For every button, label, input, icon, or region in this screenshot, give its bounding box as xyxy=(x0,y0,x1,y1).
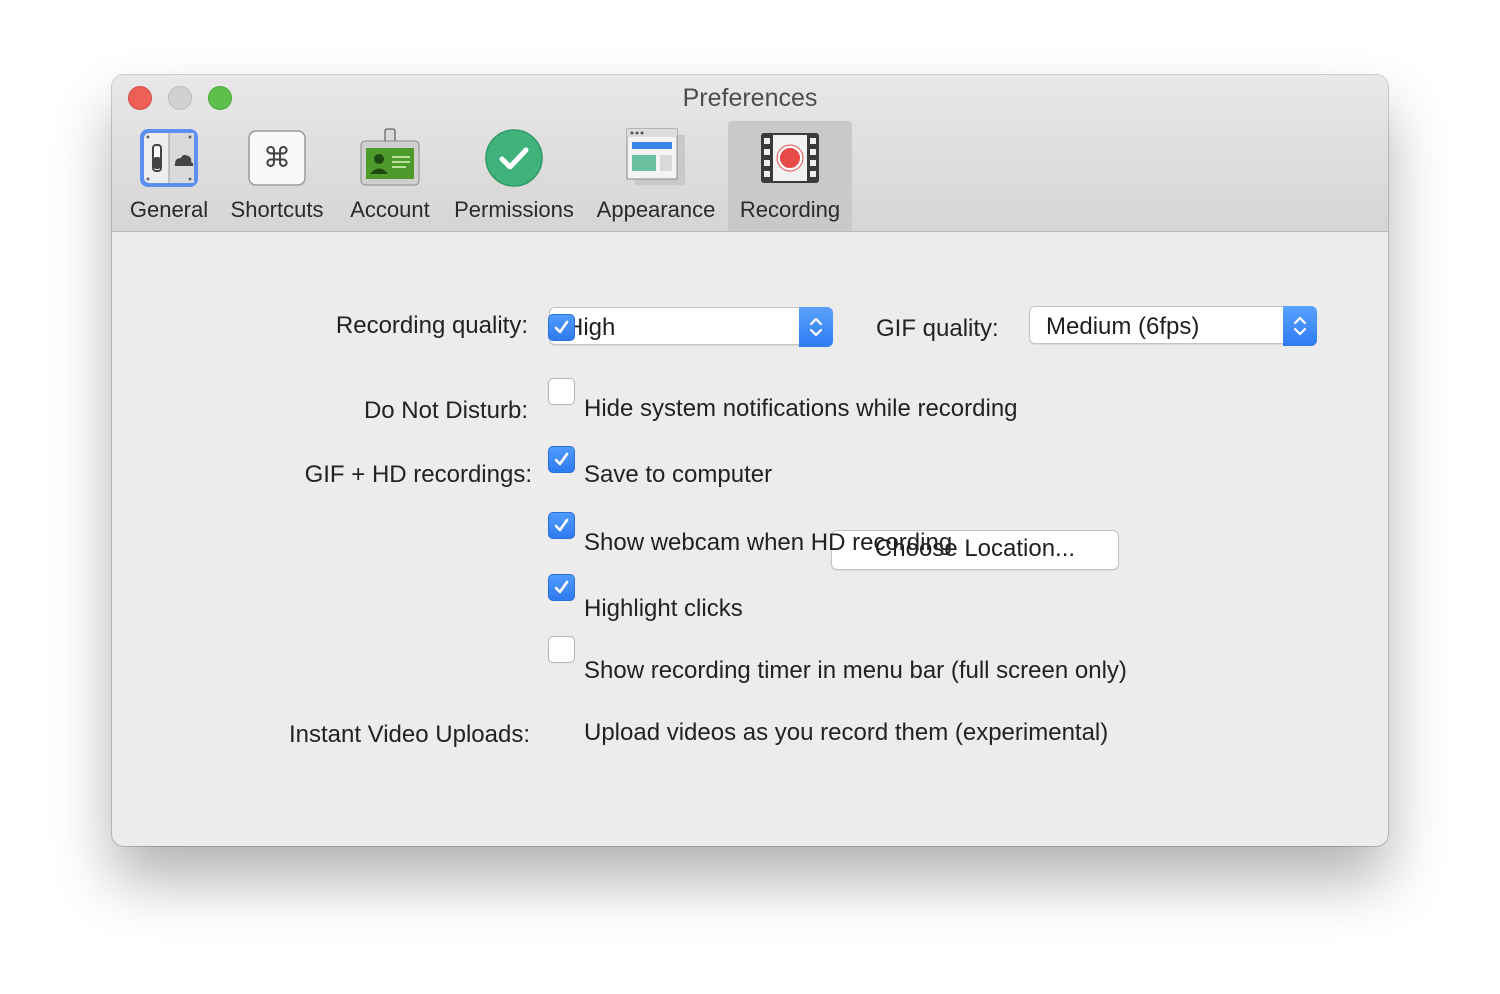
instant-uploads-label: Instant Video Uploads: xyxy=(288,721,530,748)
dnd-checkbox[interactable] xyxy=(548,314,575,341)
save-to-computer-label: Save to computer xyxy=(584,461,773,488)
tab-general[interactable]: General xyxy=(124,121,214,231)
svg-text:⌘: ⌘ xyxy=(263,141,291,174)
tab-account-label: Account xyxy=(350,197,430,222)
recording-quality-select[interactable]: High xyxy=(549,307,833,347)
gif-hd-label: GIF + HD recordings: xyxy=(304,461,532,488)
film-record-icon xyxy=(759,127,821,189)
recording-pane: Recording quality: High GIF quality: Med… xyxy=(112,232,1388,846)
tab-recording-label: Recording xyxy=(739,197,841,222)
command-key-icon: ⌘ xyxy=(246,127,308,189)
tab-appearance-label: Appearance xyxy=(596,197,716,222)
recording-timer-label: Show recording timer in menu bar (full s… xyxy=(584,657,1127,684)
recording-quality-label: Recording quality: xyxy=(335,312,528,339)
instant-uploads-checkbox[interactable] xyxy=(548,636,575,663)
window-title: Preferences xyxy=(682,84,818,112)
preferences-window: Preferences General ⌘ Shortcuts Account … xyxy=(112,75,1388,846)
gif-quality-select[interactable]: Medium (6fps) xyxy=(1029,306,1317,346)
tab-account[interactable]: Account xyxy=(344,121,436,231)
green-checkmark-icon xyxy=(483,127,545,189)
webcam-label: Show webcam when HD recording xyxy=(584,529,953,556)
tab-general-label: General xyxy=(129,197,209,222)
select-arrows-icon xyxy=(799,307,833,347)
titlebar: Preferences General ⌘ Shortcuts Account … xyxy=(112,75,1388,232)
instant-uploads-option-label: Upload videos as you record them (experi… xyxy=(584,719,1109,746)
save-to-computer-checkbox[interactable] xyxy=(548,378,575,405)
tab-shortcuts-label: Shortcuts xyxy=(230,197,324,222)
general-toggle-cloud-icon xyxy=(138,127,200,189)
tab-permissions-label: Permissions xyxy=(454,197,574,222)
window-layout-icon xyxy=(625,127,687,189)
highlight-clicks-checkbox[interactable] xyxy=(548,512,575,539)
gif-quality-value: Medium (6fps) xyxy=(1046,313,1200,340)
highlight-clicks-label: Highlight clicks xyxy=(584,595,743,622)
webcam-checkbox[interactable] xyxy=(548,446,575,473)
tab-shortcuts[interactable]: ⌘ Shortcuts xyxy=(224,121,330,231)
tab-appearance[interactable]: Appearance xyxy=(590,121,722,231)
recording-timer-checkbox[interactable] xyxy=(548,574,575,601)
gif-quality-label: GIF quality: xyxy=(876,315,999,342)
tab-recording[interactable]: Recording xyxy=(728,121,852,231)
dnd-label: Do Not Disturb: xyxy=(363,397,528,424)
select-arrows-icon xyxy=(1283,306,1317,346)
tab-permissions[interactable]: Permissions xyxy=(448,121,580,231)
dnd-option-label: Hide system notifications while recordin… xyxy=(584,395,1018,422)
id-badge-icon xyxy=(359,127,421,189)
